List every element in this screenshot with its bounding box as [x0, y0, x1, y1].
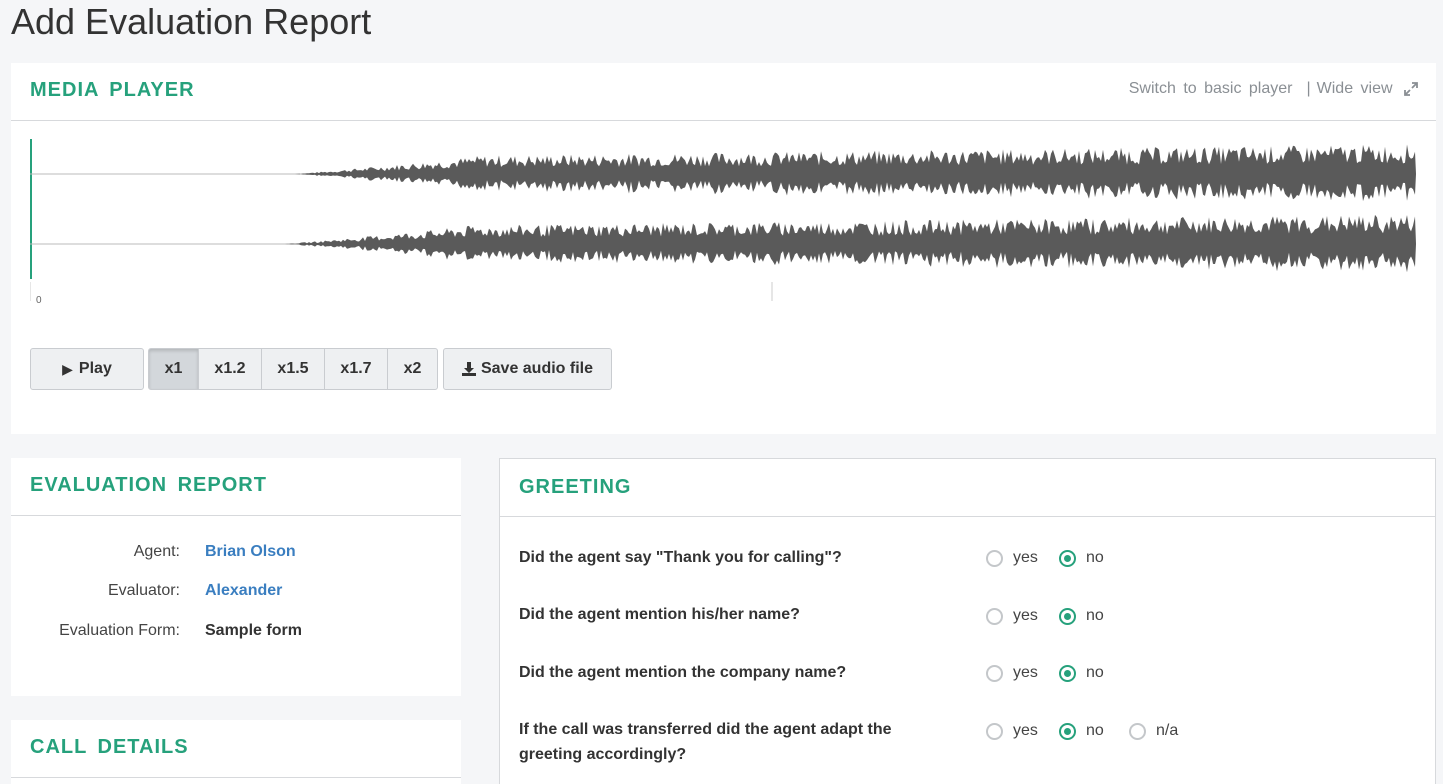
evaluation-report-header: EVALUATION REPORT	[11, 458, 461, 516]
q4-no-label: no	[1086, 722, 1104, 739]
play-button[interactable]: ▶ Play	[30, 348, 144, 390]
media-player-header: MEDIA PLAYER Switch to basic player | Wide…	[11, 63, 1436, 121]
greeting-title: GREETING	[519, 476, 632, 498]
q3-no-option[interactable]: no	[1059, 664, 1104, 682]
q2-yes-option[interactable]: yes	[986, 607, 1038, 625]
q1-yes-option[interactable]: yes	[986, 549, 1038, 567]
question-thank-you: Did the agent say "Thank you for calling…	[519, 549, 842, 566]
wide-view-link[interactable]: Wide view	[1317, 80, 1393, 97]
q3-no-label: no	[1086, 664, 1104, 681]
q2-no-option[interactable]: no	[1059, 607, 1104, 625]
q4-yes-radio[interactable]	[986, 722, 1003, 740]
evaluation-form-label: Evaluation Form:	[59, 622, 180, 639]
waveform-channel-1	[295, 144, 1416, 202]
waveform-channel-2	[285, 214, 1416, 273]
timeline-start-label: 0	[36, 295, 42, 306]
expand-icon[interactable]	[1404, 81, 1418, 96]
call-details-panel: CALL DETAILS	[11, 720, 461, 784]
playback-speed-group: x1 x1.2 x1.5 x1.7 x2	[148, 348, 438, 390]
q3-yes-label: yes	[1013, 664, 1038, 681]
q4-na-option[interactable]: n/a	[1129, 722, 1178, 740]
question-agent-name: Did the agent mention his/her name?	[519, 606, 800, 623]
q4-text-line-2: greeting accordingly?	[519, 746, 687, 763]
q3-no-radio[interactable]	[1059, 664, 1076, 682]
evaluation-form-value: Sample form	[205, 622, 302, 639]
q1-no-option[interactable]: no	[1059, 549, 1104, 567]
q3-yes-radio[interactable]	[986, 664, 1003, 682]
save-audio-button[interactable]: Save audio file	[443, 348, 612, 390]
q4-no-option[interactable]: no	[1059, 722, 1104, 740]
evaluation-report-panel: EVALUATION REPORT Agent: Brian Olson Eva…	[11, 458, 461, 696]
q4-yes-label: yes	[1013, 722, 1038, 739]
page-title: Add Evaluation Report	[11, 1, 372, 42]
player-view-links: Switch to basic player | Wide view	[1129, 80, 1418, 98]
agent-label: Agent:	[133, 543, 180, 560]
speed-x1-5-button[interactable]: x1.5	[261, 348, 325, 390]
q1-no-label: no	[1086, 549, 1104, 566]
q2-no-radio[interactable]	[1059, 607, 1076, 625]
q2-yes-radio[interactable]	[986, 607, 1003, 625]
q1-yes-label: yes	[1013, 549, 1038, 566]
q4-no-radio[interactable]	[1059, 722, 1076, 740]
speed-x1-button[interactable]: x1	[148, 348, 199, 390]
speed-x1-7-button[interactable]: x1.7	[324, 348, 388, 390]
question-transferred-greeting: If the call was transferred did the agen…	[519, 717, 892, 767]
q4-na-label: n/a	[1156, 722, 1179, 739]
evaluation-report-title: EVALUATION REPORT	[30, 474, 267, 496]
call-details-title: CALL DETAILS	[30, 736, 189, 758]
speed-x2-button[interactable]: x2	[387, 348, 438, 390]
save-audio-label: Save audio file	[480, 360, 594, 377]
evaluator-link[interactable]: Alexander	[205, 582, 282, 600]
player-controls: ▶ Play x1 x1.2 x1.5 x1.7 x2 Save audio fi…	[30, 348, 612, 390]
q4-text-line-1: If the call was transferred did the agen…	[519, 721, 892, 738]
q4-yes-option[interactable]: yes	[986, 722, 1038, 740]
play-label: Play	[78, 360, 112, 377]
evaluator-label: Evaluator:	[107, 582, 180, 599]
question-company-name: Did the agent mention the company name?	[519, 664, 847, 681]
q1-yes-radio[interactable]	[986, 549, 1003, 567]
speed-x1-2-button[interactable]: x1.2	[198, 348, 262, 390]
call-details-header: CALL DETAILS	[11, 720, 461, 778]
play-icon: ▶	[62, 360, 73, 377]
q2-yes-label: yes	[1013, 607, 1038, 624]
switch-basic-player-link[interactable]: Switch to basic player	[1129, 80, 1293, 97]
link-separator: |	[1306, 80, 1311, 97]
agent-link[interactable]: Brian Olson	[205, 543, 296, 561]
media-player-panel: MEDIA PLAYER Switch to basic player | Wide…	[11, 63, 1436, 434]
greeting-header: GREETING	[500, 459, 1435, 517]
q1-no-radio[interactable]	[1059, 549, 1076, 567]
q3-yes-option[interactable]: yes	[986, 664, 1038, 682]
download-icon	[461, 362, 476, 376]
audio-waveform[interactable]: 0	[30, 139, 1420, 309]
q4-na-radio[interactable]	[1129, 722, 1146, 740]
q2-no-label: no	[1086, 607, 1104, 624]
greeting-panel: GREETING Did the agent say "Thank you fo…	[499, 458, 1436, 784]
